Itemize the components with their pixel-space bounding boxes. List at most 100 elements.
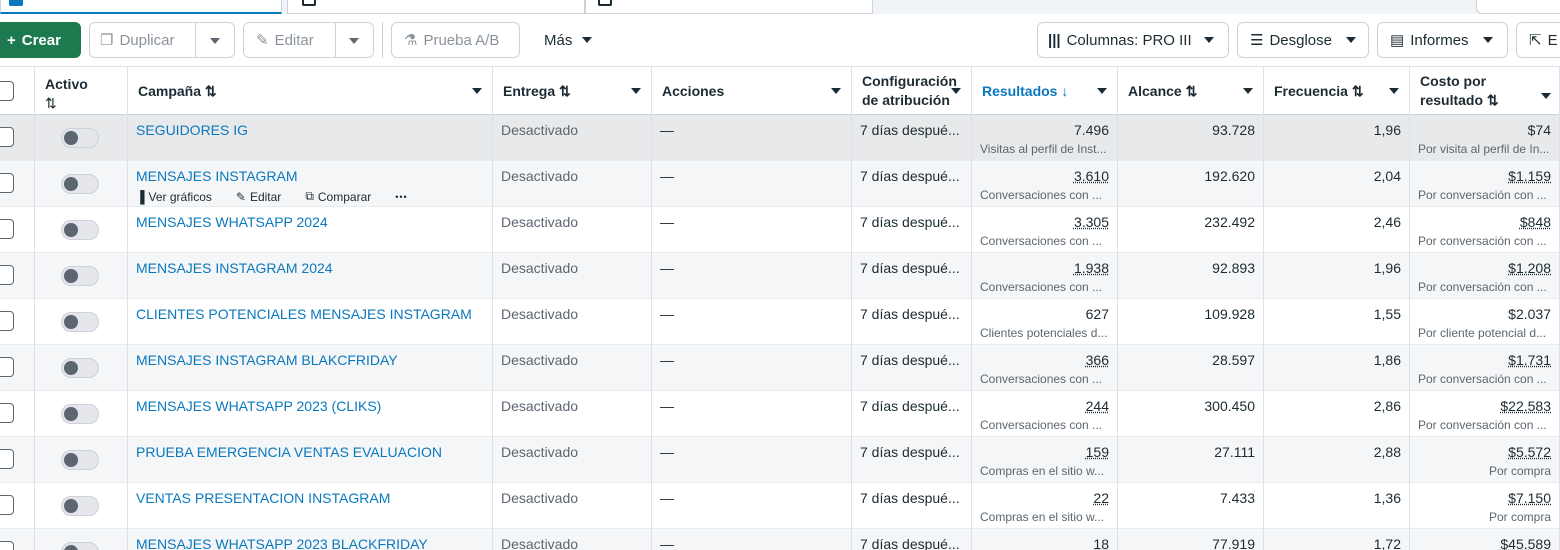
more-options-icon[interactable]: •••	[395, 192, 407, 202]
chevron-down-icon[interactable]	[1243, 88, 1253, 94]
create-button[interactable]: + Crear	[0, 22, 81, 58]
results-value[interactable]: 244	[980, 398, 1109, 414]
results-value[interactable]: 1.938	[980, 260, 1109, 276]
compare-link[interactable]: ⧉ Comparar	[305, 189, 383, 204]
results-value[interactable]: 366	[980, 352, 1109, 368]
duplicate-chevron-down-icon[interactable]	[210, 38, 220, 44]
actions-cell: —	[652, 391, 852, 437]
campaign-name-link[interactable]: SEGUIDORES IG	[136, 122, 484, 138]
breakdown-button[interactable]: ☰ Desglose	[1237, 22, 1369, 58]
view-charts-link[interactable]: ▐ Ver gráficos	[136, 190, 224, 204]
table-row[interactable]: MENSAJES WHATSAPP 2023 (CLIKS) Desactiva…	[0, 391, 1560, 437]
row-checkbox[interactable]	[0, 357, 14, 377]
campaign-name-link[interactable]: MENSAJES INSTAGRAM	[136, 168, 484, 184]
table-row[interactable]: PRUEBA EMERGENCIA VENTAS EVALUACION Desa…	[0, 437, 1560, 483]
campaign-name-link[interactable]: MENSAJES WHATSAPP 2023 (CLIKS)	[136, 398, 484, 414]
campaign-name-link[interactable]: PRUEBA EMERGENCIA VENTAS EVALUACION	[136, 444, 484, 460]
ab-test-button[interactable]: ⚗ Prueba A/B	[391, 22, 520, 58]
table-row[interactable]: SEGUIDORES IG Desactivado — 7 días despu…	[0, 115, 1560, 161]
results-value[interactable]: 3.305	[980, 214, 1109, 230]
row-checkbox[interactable]	[0, 541, 14, 550]
export-button[interactable]: ⇱ E	[1516, 22, 1560, 58]
chevron-down-icon[interactable]	[831, 88, 841, 94]
attribution-value: 7 días despué...	[860, 398, 960, 414]
campaign-name-link[interactable]: VENTAS PRESENTACION INSTAGRAM	[136, 490, 484, 506]
active-toggle[interactable]	[61, 266, 99, 286]
campaign-name-link[interactable]: CLIENTES POTENCIALES MENSAJES INSTAGRAM	[136, 306, 484, 322]
cost-value[interactable]: $7.150	[1418, 490, 1551, 506]
more-button[interactable]: Más	[544, 22, 593, 58]
row-checkbox[interactable]	[0, 127, 14, 147]
campaign-name-link[interactable]: MENSAJES WHATSAPP 2024	[136, 214, 484, 230]
select-all-checkbox[interactable]	[0, 81, 14, 101]
header-results[interactable]: Resultados ↓	[972, 67, 1118, 115]
table-row[interactable]: VENTAS PRESENTACION INSTAGRAM Desactivad…	[0, 483, 1560, 529]
date-range-button[interactable]	[1476, 0, 1560, 14]
cost-value[interactable]: $45.589	[1418, 536, 1551, 550]
edit-link[interactable]: ✎ Editar	[236, 190, 293, 204]
active-toggle[interactable]	[61, 542, 99, 550]
active-toggle[interactable]	[61, 220, 99, 240]
row-checkbox[interactable]	[0, 219, 14, 239]
cost-value[interactable]: $1.731	[1418, 352, 1551, 368]
table-row[interactable]: MENSAJES INSTAGRAM ▐ Ver gráficos ✎ Editar…	[0, 161, 1560, 207]
chevron-down-icon[interactable]	[1541, 93, 1551, 99]
chevron-down-icon[interactable]	[1097, 88, 1107, 94]
duplicate-button[interactable]: ❐ Duplicar	[89, 22, 235, 58]
reports-button[interactable]: ▤ Informes	[1377, 22, 1508, 58]
cost-value[interactable]: $5.572	[1418, 444, 1551, 460]
active-toggle[interactable]	[61, 128, 99, 148]
cost-value[interactable]: $22.583	[1418, 398, 1551, 414]
row-checkbox[interactable]	[0, 311, 14, 331]
active-toggle[interactable]	[61, 496, 99, 516]
active-toggle[interactable]	[61, 174, 99, 194]
active-toggle[interactable]	[61, 404, 99, 424]
cost-value[interactable]: $1.159	[1418, 168, 1551, 184]
results-type: Clientes potenciales d...	[980, 326, 1108, 340]
campaign-name-link[interactable]: MENSAJES WHATSAPP 2023 BLACKFRIDAY	[136, 536, 484, 550]
chevron-down-icon[interactable]	[631, 88, 641, 94]
table-row[interactable]: MENSAJES INSTAGRAM BLAKCFRIDAY Desactiva…	[0, 345, 1560, 391]
header-cost[interactable]: Costo por resultado ⇅	[1410, 67, 1560, 115]
results-value[interactable]: 159	[980, 444, 1109, 460]
chevron-down-icon[interactable]	[951, 88, 961, 94]
delivery-cell: Desactivado	[493, 529, 652, 550]
columns-button[interactable]: ||| Columnas: PRO III	[1037, 22, 1229, 58]
header-campaign[interactable]: Campaña ⇅	[128, 67, 493, 115]
results-value[interactable]: 22	[980, 490, 1109, 506]
edit-button[interactable]: ✎ Editar	[243, 22, 374, 58]
tab-ads[interactable]	[585, 0, 873, 14]
campaign-name-link[interactable]: MENSAJES INSTAGRAM BLAKCFRIDAY	[136, 352, 484, 368]
toggle-knob	[64, 223, 78, 237]
tab-ad-sets[interactable]	[287, 0, 585, 14]
tab-campaigns[interactable]	[0, 0, 282, 14]
edit-chevron-down-icon[interactable]	[349, 38, 359, 44]
cost-value[interactable]: $848	[1418, 214, 1551, 230]
table-row[interactable]: MENSAJES WHATSAPP 2023 BLACKFRIDAY Desac…	[0, 529, 1560, 550]
row-checkbox[interactable]	[0, 265, 14, 285]
campaign-name-link[interactable]: MENSAJES INSTAGRAM 2024	[136, 260, 484, 276]
table-row[interactable]: CLIENTES POTENCIALES MENSAJES INSTAGRAM …	[0, 299, 1560, 345]
row-checkbox[interactable]	[0, 403, 14, 423]
active-toggle[interactable]	[61, 358, 99, 378]
chevron-down-icon[interactable]	[1389, 88, 1399, 94]
header-reach[interactable]: Alcance ⇅	[1118, 67, 1264, 115]
row-checkbox[interactable]	[0, 495, 14, 515]
active-toggle[interactable]	[61, 450, 99, 470]
row-checkbox[interactable]	[0, 173, 14, 193]
header-delivery[interactable]: Entrega ⇅	[493, 67, 652, 115]
header-frequency[interactable]: Frecuencia ⇅	[1264, 67, 1410, 115]
results-value[interactable]: 3.610	[980, 168, 1109, 184]
chevron-down-icon[interactable]	[472, 88, 482, 94]
campaign-cell: CLIENTES POTENCIALES MENSAJES INSTAGRAM	[128, 299, 493, 345]
row-checkbox[interactable]	[0, 449, 14, 469]
reach-value: 7.433	[1219, 490, 1255, 506]
header-active[interactable]: Activo ⇅	[35, 67, 128, 115]
table-row[interactable]: MENSAJES WHATSAPP 2024 Desactivado — 7 d…	[0, 207, 1560, 253]
table-row[interactable]: MENSAJES INSTAGRAM 2024 Desactivado — 7 …	[0, 253, 1560, 299]
header-actions[interactable]: Acciones	[652, 67, 852, 115]
results-value[interactable]: 18	[980, 536, 1109, 550]
cost-value[interactable]: $1.208	[1418, 260, 1551, 276]
header-attribution[interactable]: Configuración de atribución	[852, 67, 972, 115]
active-toggle[interactable]	[61, 312, 99, 332]
